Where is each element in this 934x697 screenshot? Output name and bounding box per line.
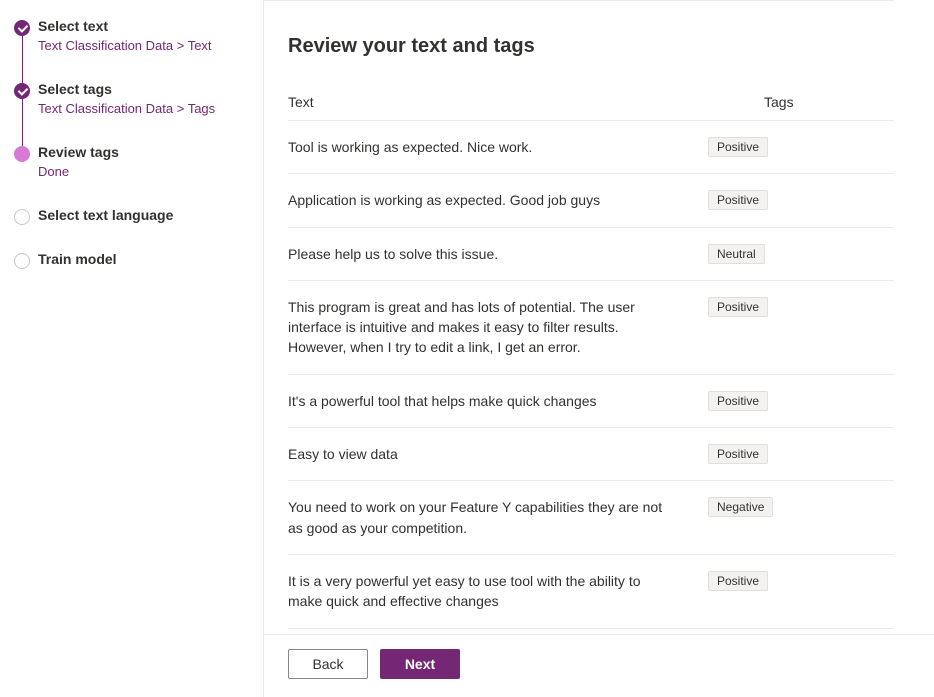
row-text: Easy to view data <box>288 444 708 464</box>
step-title: Review tags <box>38 144 263 160</box>
row-tag: Positive <box>708 391 838 411</box>
step-subtext: Text Classification Data > Tags <box>38 101 263 116</box>
main-panel: Review your text and tags Text Tags Tool… <box>264 0 934 697</box>
step-select-tags[interactable]: Select tags Text Classification Data > T… <box>14 81 263 116</box>
footer-bar: Back Next <box>264 634 934 697</box>
row-text: You need to work on your Feature Y capab… <box>288 497 708 538</box>
row-tag: Neutral <box>708 244 838 264</box>
step-connector <box>22 36 23 83</box>
review-table: Text Tags Tool is working as expected. N… <box>288 86 894 634</box>
table-row: Please help us to solve this issue. Neut… <box>288 228 894 281</box>
next-button[interactable]: Next <box>380 649 460 679</box>
step-bullet-done-icon <box>14 83 30 99</box>
tag-pill[interactable]: Positive <box>708 190 768 210</box>
tag-pill[interactable]: Negative <box>708 497 773 517</box>
row-text: Please help us to solve this issue. <box>288 244 708 264</box>
row-tag: Positive <box>708 190 838 210</box>
step-list: Select text Text Classification Data > T… <box>0 18 263 267</box>
back-button[interactable]: Back <box>288 649 368 679</box>
step-bullet-pending-icon <box>14 253 30 269</box>
table-row: This program is great and has lots of po… <box>288 281 894 375</box>
table-row: You need to work on your Feature Y capab… <box>288 481 894 555</box>
row-text: This program is great and has lots of po… <box>288 297 708 358</box>
page-title: Review your text and tags <box>288 35 894 58</box>
table-row: It's a powerful tool that helps make qui… <box>288 375 894 428</box>
table-row: It is a very powerful yet easy to use to… <box>288 555 894 629</box>
row-text: It's a powerful tool that helps make qui… <box>288 391 708 411</box>
tag-pill[interactable]: Positive <box>708 571 768 591</box>
row-tag: Positive <box>708 444 838 464</box>
step-title: Select text language <box>38 207 263 223</box>
step-bullet-current-icon <box>14 146 30 162</box>
step-subtext: Text Classification Data > Text <box>38 38 263 53</box>
table-row: Easy to view data Positive <box>288 428 894 481</box>
tag-pill[interactable]: Positive <box>708 297 768 317</box>
tag-pill[interactable]: Positive <box>708 391 768 411</box>
step-bullet-done-icon <box>14 20 30 36</box>
content-area: Review your text and tags Text Tags Tool… <box>264 1 934 634</box>
wizard-sidebar: Select text Text Classification Data > T… <box>0 0 264 697</box>
step-train-model[interactable]: Train model <box>14 251 263 267</box>
row-tag: Negative <box>708 497 838 517</box>
tag-pill[interactable]: Positive <box>708 137 768 157</box>
table-header: Text Tags <box>288 86 894 121</box>
step-title: Select tags <box>38 81 263 97</box>
row-tag: Positive <box>708 571 838 591</box>
row-text: Tool is working as expected. Nice work. <box>288 137 708 157</box>
step-title: Select text <box>38 18 263 34</box>
tag-pill[interactable]: Neutral <box>708 244 765 264</box>
step-select-text[interactable]: Select text Text Classification Data > T… <box>14 18 263 53</box>
row-text: Application is working as expected. Good… <box>288 190 708 210</box>
step-subtext: Done <box>38 164 263 179</box>
tag-pill[interactable]: Positive <box>708 444 768 464</box>
row-tag: Positive <box>708 297 838 317</box>
row-tag: Positive <box>708 137 838 157</box>
table-row: Application is working as expected. Good… <box>288 174 894 227</box>
step-review-tags[interactable]: Review tags Done <box>14 144 263 179</box>
step-title: Train model <box>38 251 263 267</box>
table-row: Tool is working as expected. Nice work. … <box>288 121 894 174</box>
row-text: It is a very powerful yet easy to use to… <box>288 571 708 612</box>
col-header-text: Text <box>288 94 764 110</box>
step-bullet-pending-icon <box>14 209 30 225</box>
step-connector <box>22 99 23 146</box>
step-select-language[interactable]: Select text language <box>14 207 263 223</box>
col-header-tags: Tags <box>764 94 894 110</box>
